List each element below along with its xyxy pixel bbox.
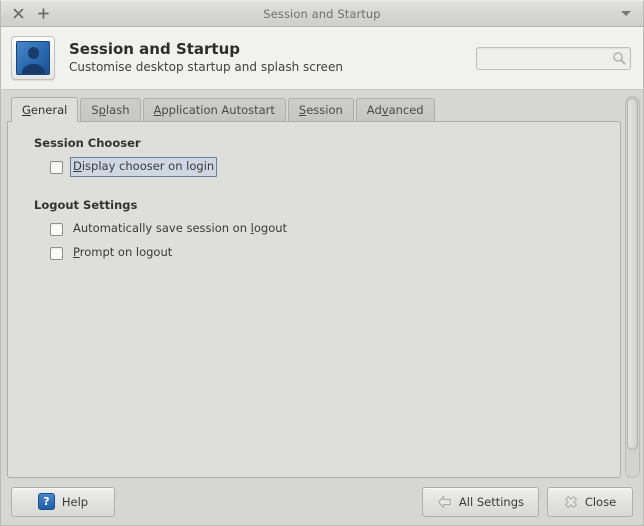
- tab-session-label: Session: [298, 103, 343, 117]
- tab-advanced[interactable]: Advanced: [355, 98, 435, 121]
- header-text-block: Session and Startup Customise desktop st…: [69, 41, 343, 74]
- checkbox-prompt-on-logout[interactable]: [50, 246, 63, 260]
- search-icon: [612, 51, 626, 65]
- checkbox-row-prompt-on-logout[interactable]: Prompt on logout: [50, 242, 604, 264]
- titlebar-left-buttons: [1, 6, 51, 21]
- tab-application-autostart[interactable]: Application Autostart: [142, 98, 286, 121]
- plus-icon[interactable]: [36, 6, 51, 21]
- search-area: [476, 46, 631, 70]
- user-session-icon: [11, 36, 55, 80]
- checkbox-row-auto-save-session[interactable]: Automatically save session on logout: [50, 218, 604, 240]
- tab-strip: General Splash Application Autostart Ses…: [7, 96, 624, 122]
- window-titlebar: Session and Startup: [0, 0, 644, 27]
- page-title: Session and Startup: [69, 40, 241, 59]
- content-area: General Splash Application Autostart Ses…: [0, 90, 644, 478]
- vertical-scrollbar[interactable]: [625, 96, 640, 478]
- general-tab-page: Session Chooser Display chooser on login…: [7, 121, 621, 478]
- checkbox-auto-save-session[interactable]: [50, 222, 63, 236]
- tab-splash-label: Splash: [91, 103, 130, 117]
- tab-general-label: General: [22, 103, 68, 117]
- group-title-session-chooser: Session Chooser: [34, 136, 141, 150]
- close-button-label: Close: [584, 494, 617, 509]
- tab-application-autostart-label: Application Autostart: [153, 103, 275, 117]
- window-title: Session and Startup: [263, 6, 381, 21]
- help-button[interactable]: ? Help: [11, 486, 115, 517]
- group-title-logout-settings: Logout Settings: [34, 198, 138, 212]
- tab-advanced-label: Advanced: [366, 103, 424, 117]
- all-settings-button[interactable]: All Settings: [421, 486, 539, 517]
- chevron-down-icon: [621, 11, 631, 16]
- close-icon[interactable]: [11, 6, 26, 21]
- all-settings-button-label: All Settings: [458, 494, 524, 509]
- tab-session[interactable]: Session: [287, 98, 354, 121]
- dialog-button-bar: ? Help All Settings Close: [0, 478, 644, 526]
- dialog-header: Session and Startup Customise desktop st…: [0, 27, 644, 90]
- checkbox-row-display-chooser-on-login[interactable]: Display chooser on login: [50, 156, 604, 178]
- checkbox-display-chooser-on-login[interactable]: [50, 160, 63, 174]
- help-icon: ?: [37, 493, 55, 510]
- checkbox-label-auto-save-session[interactable]: Automatically save session on logout: [70, 219, 290, 239]
- tab-splash[interactable]: Splash: [80, 98, 141, 121]
- back-arrow-icon: [437, 495, 452, 509]
- page-subtitle: Customise desktop startup and splash scr…: [69, 59, 343, 74]
- search-input[interactable]: [483, 51, 612, 65]
- titlebar-menu-button[interactable]: [621, 11, 643, 16]
- help-button-label: Help: [61, 494, 89, 509]
- session-and-startup-window: Session and Startup Session and Startup …: [0, 0, 644, 526]
- checkbox-label-display-chooser-on-login[interactable]: Display chooser on login: [70, 157, 218, 177]
- tab-general[interactable]: General: [11, 97, 79, 122]
- scrollbar-thumb[interactable]: [627, 98, 638, 450]
- close-button[interactable]: Close: [547, 486, 633, 517]
- settings-notebook: General Splash Application Autostart Ses…: [7, 96, 624, 478]
- checkbox-label-prompt-on-logout[interactable]: Prompt on logout: [70, 243, 175, 263]
- search-box[interactable]: [476, 46, 631, 70]
- close-icon: [564, 495, 578, 509]
